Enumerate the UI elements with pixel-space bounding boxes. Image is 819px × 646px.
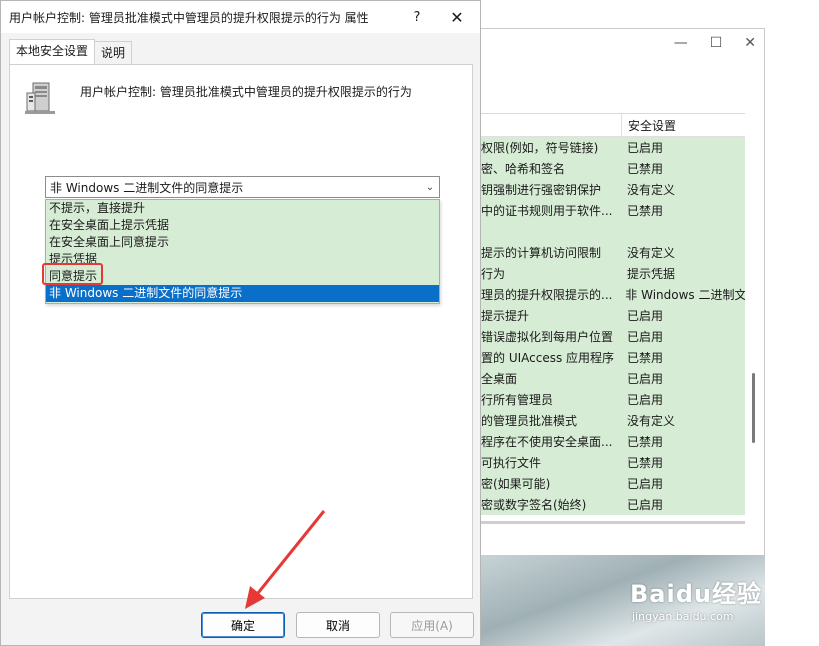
dialog-titlebar: 用户帐户控制: 管理员批准模式中管理员的提升权限提示的行为 属性 ? ✕: [1, 1, 480, 33]
table-row[interactable]: 密或数字签名(始终) 已启用: [481, 494, 745, 515]
setting-cell: 已启用: [627, 330, 664, 344]
setting-cell: 已禁用: [627, 204, 664, 218]
properties-dialog: 用户帐户控制: 管理员批准模式中管理员的提升权限提示的行为 属性 ? ✕ 本地安…: [0, 0, 481, 646]
table-row[interactable]: 提示的计算机访问限制 没有定义: [481, 242, 745, 263]
policy-cell: 钥强制进行强密钥保护: [481, 183, 602, 197]
setting-cell: 已启用: [627, 372, 664, 386]
table-row[interactable]: 的管理员批准模式 没有定义: [481, 410, 745, 431]
policy-cell: 理员的提升权限提示的...: [481, 288, 613, 302]
table-row[interactable]: 行所有管理员 已启用: [481, 389, 745, 410]
option-no-prompt[interactable]: 不提示，直接提升: [46, 200, 439, 217]
baidu-watermark-logo: Baidu经验 jingyan.baidu.com: [630, 574, 810, 634]
column-header-setting[interactable]: 安全设置: [622, 117, 676, 134]
table-row[interactable]: 程序在不使用安全桌面... 已禁用: [481, 431, 745, 452]
annotation-highlight-box: [42, 263, 103, 285]
option-prompt-consent-secure-desktop[interactable]: 在安全桌面上同意提示: [46, 234, 439, 251]
table-row[interactable]: 可执行文件 已禁用: [481, 452, 745, 473]
close-button[interactable]: ✕: [744, 35, 756, 51]
watermark-main-text: Baidu经验: [630, 580, 762, 608]
background-policy-window: — ☐ ✕ 安全设置 权限(例如，符号链接) 已启用 密、哈希和签名 已禁用 钥强制进行…: [480, 28, 765, 556]
tab-local-security-setting[interactable]: 本地安全设置: [9, 39, 96, 64]
policy-cell: 提示提升: [481, 309, 530, 323]
setting-cell: 提示凭据: [627, 267, 676, 281]
option-consent-non-windows-binaries[interactable]: 非 Windows 二进制文件的同意提示: [46, 285, 439, 302]
combobox-value: 非 Windows 二进制文件的同意提示: [50, 180, 244, 195]
setting-cell: 已启用: [627, 309, 664, 323]
setting-cell: 已禁用: [627, 351, 664, 365]
dialog-title: 用户帐户控制: 管理员批准模式中管理员的提升权限提示的行为 属性: [9, 10, 369, 25]
policy-cell: 提示的计算机访问限制: [481, 246, 602, 260]
window-controls: — ☐ ✕: [674, 35, 756, 51]
table-row[interactable]: 置的 UIAccess 应用程序 已禁用: [481, 347, 745, 368]
setting-cell: 已启用: [627, 393, 664, 407]
policy-cell: 权限(例如，符号链接): [481, 141, 599, 155]
policy-cell: 全桌面: [481, 372, 518, 386]
setting-cell: 没有定义: [627, 414, 676, 428]
help-button[interactable]: ?: [400, 10, 434, 25]
chevron-down-icon[interactable]: ⌄: [421, 182, 439, 193]
column-header-policy[interactable]: [481, 114, 622, 136]
table-row[interactable]: 全桌面 已启用: [481, 368, 745, 389]
setting-cell: 已禁用: [627, 435, 664, 449]
page-margin: [765, 28, 819, 646]
combobox-dropdown-list: 不提示，直接提升 在安全桌面上提示凭据 在安全桌面上同意提示 提示凭据 同意提示…: [45, 199, 440, 304]
table-row[interactable]: 提示提升 已启用: [481, 305, 745, 326]
apply-button[interactable]: 应用(A): [390, 612, 474, 638]
watermark-sub-text: jingyan.baidu.com: [632, 610, 734, 623]
server-policy-icon: [25, 82, 55, 114]
setting-cell: 没有定义: [627, 183, 676, 197]
option-prompt-credentials-secure-desktop[interactable]: 在安全桌面上提示凭据: [46, 217, 439, 234]
table-row[interactable]: 权限(例如，符号链接) 已启用: [481, 137, 745, 158]
table-row[interactable]: 密(如果可能) 已启用: [481, 473, 745, 494]
policy-cell: 置的 UIAccess 应用程序: [481, 351, 615, 365]
table-row[interactable]: [481, 221, 745, 242]
maximize-button[interactable]: ☐: [710, 35, 723, 51]
setting-cell: 已禁用: [627, 456, 664, 470]
cancel-button[interactable]: 取消: [296, 612, 380, 638]
table-row[interactable]: 行为 提示凭据: [481, 263, 745, 284]
policy-cell: 行为: [481, 267, 506, 281]
minimize-button[interactable]: —: [674, 35, 688, 51]
table-row[interactable]: 中的证书规则用于软件... 已禁用: [481, 200, 745, 221]
option-prompt-consent[interactable]: 同意提示: [46, 268, 439, 285]
setting-cell: 已启用: [627, 477, 664, 491]
tab-explain[interactable]: 说明: [94, 41, 133, 64]
vertical-scrollbar[interactable]: [749, 113, 759, 513]
policy-cell: 错误虚拟化到每用户位置: [481, 330, 614, 344]
table-row[interactable]: 钥强制进行强密钥保护 没有定义: [481, 179, 745, 200]
horizontal-scrollbar[interactable]: [481, 521, 745, 524]
policy-cell: 中的证书规则用于软件...: [481, 204, 613, 218]
setting-cell: 没有定义: [627, 246, 676, 260]
tab-bar: 本地安全设置 说明: [9, 39, 133, 64]
policy-list: 安全设置 权限(例如，符号链接) 已启用 密、哈希和签名 已禁用 钥强制进行强密钥保护没…: [481, 113, 745, 515]
policy-cell: 密或数字签名(始终): [481, 498, 587, 512]
option-prompt-credentials[interactable]: 提示凭据: [46, 251, 439, 268]
table-row[interactable]: 理员的提升权限提示的... 非 Windows 二进制文: [481, 284, 745, 305]
setting-cell: 已启用: [627, 141, 664, 155]
setting-cell: 已禁用: [627, 162, 664, 176]
setting-combobox[interactable]: 非 Windows 二进制文件的同意提示 ⌄: [45, 176, 440, 198]
list-header: 安全设置: [481, 114, 745, 137]
table-row[interactable]: 错误虚拟化到每用户位置 已启用: [481, 326, 745, 347]
policy-name: 用户帐户控制: 管理员批准模式中管理员的提升权限提示的行为: [80, 85, 412, 99]
ok-button[interactable]: 确定: [201, 612, 285, 638]
setting-cell: 已启用: [627, 498, 664, 512]
policy-cell: 密(如果可能): [481, 477, 551, 491]
close-button[interactable]: ✕: [434, 8, 480, 27]
policy-cell: 程序在不使用安全桌面...: [481, 435, 613, 449]
table-row[interactable]: 密、哈希和签名 已禁用: [481, 158, 745, 179]
policy-cell: 密、哈希和签名: [481, 162, 566, 176]
policy-cell: 行所有管理员: [481, 393, 554, 407]
policy-cell: 可执行文件: [481, 456, 542, 470]
tab-panel: 用户帐户控制: 管理员批准模式中管理员的提升权限提示的行为 非 Windows …: [9, 64, 473, 599]
policy-cell: 的管理员批准模式: [481, 414, 578, 428]
setting-cell: 非 Windows 二进制文: [625, 288, 745, 302]
